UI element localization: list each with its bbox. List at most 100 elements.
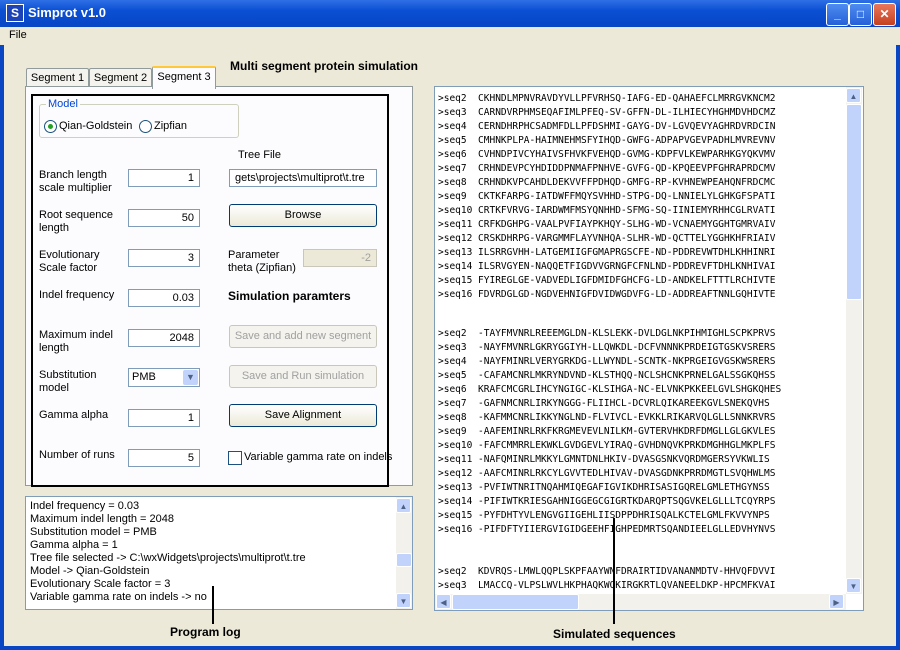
program-log-caption: Program log <box>170 625 241 639</box>
sequence-line: >seq6 KRAFCMCGRLIHCYNGIGC-KLSIHGA-NC-ELV… <box>438 384 782 395</box>
evolutionary-scale-label: Evolutionary Scale factor <box>39 249 100 275</box>
max-indel-length-input[interactable]: 2048 <box>128 329 200 347</box>
sequence-line: >seq15 FYIREGLGE-VADVEDLIGFDMIDFGHCFG-LD… <box>438 275 776 286</box>
browse-button[interactable]: Browse <box>229 204 377 227</box>
main-heading: Multi segment protein simulation <box>230 59 419 73</box>
log-line: Evolutionary Scale factor = 3 <box>30 578 171 590</box>
root-sequence-label-line2: length <box>39 222 69 234</box>
scroll-up-icon[interactable]: ▲ <box>846 88 861 103</box>
window-frame-left <box>0 45 4 650</box>
sequences-horizontal-scrollbar[interactable]: ◀ ▶ <box>435 594 846 610</box>
scroll-down-icon[interactable]: ▼ <box>846 578 861 593</box>
sequence-line: >seq8 -KAFMMCNRLIKKYNGLND-FLVIVCL-EVKKLR… <box>438 412 776 423</box>
variable-gamma-label[interactable]: Variable gamma rate on indels <box>244 451 392 464</box>
max-indel-label-line2: length <box>39 342 69 354</box>
window-frame-right <box>896 45 900 650</box>
radio-zipfian-label[interactable]: Zipfian <box>154 120 187 133</box>
log-line: Model -> Qian-Goldstein <box>30 565 150 577</box>
radio-qian-goldstein[interactable] <box>44 120 57 133</box>
log-line: Maximum indel length = 2048 <box>30 513 174 525</box>
simulated-sequences-pointer <box>613 518 615 624</box>
sequence-line: >seq9 -AAFEMINRLRKFKRGMEVEVLNILKM-GVTERV… <box>438 426 776 437</box>
model-legend: Model <box>46 98 80 111</box>
substitution-label-line2: model <box>39 382 69 394</box>
sequence-line: >seq5 -CAFAMCNRLMKRYNDVND-KLSTHQQ-NCLSHC… <box>438 370 776 381</box>
window-frame-bottom <box>0 646 900 650</box>
sequence-line: >seq3 CARNDVRPHMSEQAFIMLPFEQ-SV-GFFN-DL-… <box>438 107 776 118</box>
menu-file[interactable]: File <box>9 29 27 41</box>
gamma-alpha-label: Gamma alpha <box>39 409 109 421</box>
log-line: Variable gamma rate on indels -> no <box>30 591 207 603</box>
sequence-line: >seq2 CKHNDLMPNVRAVDYVLLPFVRHSQ-IAFG-ED-… <box>438 93 776 104</box>
sequence-line: >seq13 ILSRRGVHH-LATGEMIIGFGMAPRGSCFE-ND… <box>438 247 776 258</box>
tab-segment-3[interactable]: Segment 3 <box>152 66 216 89</box>
simulation-parameters-heading: Simulation paramters <box>228 289 351 303</box>
scroll-left-icon[interactable]: ◀ <box>436 594 451 609</box>
branch-length-input[interactable]: 1 <box>128 169 200 187</box>
sequences-vertical-scrollbar[interactable]: ▲ ▼ <box>846 87 862 594</box>
program-log-textbox[interactable]: Indel frequency = 0.03 Maximum indel len… <box>25 496 413 610</box>
radio-qian-goldstein-label[interactable]: Qian-Goldstein <box>59 120 132 133</box>
scroll-right-icon[interactable]: ▶ <box>829 594 844 609</box>
menu-bar: File <box>0 27 900 45</box>
sequence-line: >seq9 CKTKFARPG-IATDWFFMQYSVHHD-STPG-DQ-… <box>438 191 776 202</box>
close-icon: ✕ <box>879 7 890 21</box>
indel-frequency-label: Indel frequency <box>39 289 115 301</box>
branch-length-label-line1: Branch length <box>39 169 107 181</box>
save-run-simulation-button[interactable]: Save and Run simulation <box>229 365 377 388</box>
log-vertical-scrollbar[interactable]: ▲ ▼ <box>396 497 412 609</box>
simulated-sequences-caption: Simulated sequences <box>553 627 676 641</box>
sequence-line: >seq12 -AAFCMINRLRKCYLGVVTEDLHIVAV-DVASG… <box>438 468 776 479</box>
sequence-line: >seq11 -NAFQMINRLMKKYLGMNTDNLHKIV-DVASGS… <box>438 454 770 465</box>
tab-segment-2[interactable]: Segment 2 <box>89 68 152 87</box>
radio-selected-dot <box>48 124 53 129</box>
save-add-segment-button[interactable]: Save and add new segment <box>229 325 377 348</box>
variable-gamma-checkbox[interactable] <box>228 451 242 465</box>
close-button[interactable]: ✕ <box>873 3 896 26</box>
log-line: Substitution model = PMB <box>30 526 157 538</box>
evolutionary-scale-input[interactable]: 3 <box>128 249 200 267</box>
sequence-line: >seq8 CRHNDKVPCAHDLDEKVVFFPDHQD-GMFG-RP-… <box>438 177 776 188</box>
minimize-button[interactable]: _ <box>826 3 849 26</box>
scroll-up-icon[interactable]: ▲ <box>396 498 411 513</box>
sequence-line: >seq10 -FAFCMMRRLEKWKLGVDGEVLYIRAQ-GVHDN… <box>438 440 776 451</box>
sequence-line: >seq3 LMACCQ-VLPSLWVLHKPHAQKWQKIRGKRTLQV… <box>438 580 776 591</box>
sequences-hscroll-thumb[interactable] <box>452 594 579 610</box>
root-sequence-label: Root sequence length <box>39 209 113 235</box>
log-scroll-thumb[interactable] <box>396 553 412 567</box>
gamma-alpha-input[interactable]: 1 <box>128 409 200 427</box>
sequences-vscroll-thumb[interactable] <box>846 104 862 300</box>
sequence-line: >seq12 CRSKDHRPG-VARGMMFLAYVNHQA-SLHR-WD… <box>438 233 776 244</box>
parameter-theta-input[interactable]: -2 <box>303 249 377 267</box>
sequence-line: >seq14 ILSRVGYEN-NAQQETFIGDVVGRNGFCFNLND… <box>438 261 776 272</box>
max-indel-label: Maximum indel length <box>39 329 113 355</box>
tree-file-label: Tree File <box>238 149 281 161</box>
max-indel-label-line1: Maximum indel <box>39 329 113 341</box>
parameter-theta-label: Parameter theta (Zipfian) <box>228 249 296 275</box>
simulated-sequences-textbox[interactable]: >seq2 CKHNDLMPNVRAVDYVLLPFVRHSQ-IAFG-ED-… <box>434 86 864 611</box>
sequence-line: >seq14 -PIFIWTKRIESGAHNIGGEGCGIGRTKDARQP… <box>438 496 776 507</box>
indel-frequency-input[interactable]: 0.03 <box>128 289 200 307</box>
minimize-icon: _ <box>834 7 841 21</box>
sequence-line: >seq15 -PYFDHTYVLENGVGIIGEHLIISDPPDHRISQ… <box>438 510 770 521</box>
root-sequence-length-input[interactable]: 50 <box>128 209 200 227</box>
window-title: Simprot v1.0 <box>28 5 107 20</box>
radio-zipfian[interactable] <box>139 120 152 133</box>
app-icon: S <box>6 4 24 22</box>
maximize-button[interactable]: □ <box>849 3 872 26</box>
scroll-down-icon[interactable]: ▼ <box>396 593 411 608</box>
tab-segment-1[interactable]: Segment 1 <box>26 68 89 87</box>
maximize-icon: □ <box>856 7 865 21</box>
substitution-model-label: Substitution model <box>39 369 96 395</box>
log-line: Gamma alpha = 1 <box>30 539 118 551</box>
substitution-model-select[interactable]: PMB ▼ <box>128 368 200 387</box>
tree-file-input[interactable]: gets\projects\multiprot\t.tre <box>229 169 377 187</box>
chevron-down-icon[interactable]: ▼ <box>183 370 198 385</box>
sequence-line: >seq7 -GAFNMCNRLIRKYNGGG-FLIIHCL-DCVRLQI… <box>438 398 770 409</box>
sequence-line: >seq16 FDVRDGLGD-NGDVEHNIGFDVIDWGDVFG-LD… <box>438 289 776 300</box>
number-of-runs-input[interactable]: 5 <box>128 449 200 467</box>
parameter-theta-label-line1: Parameter <box>228 249 280 261</box>
sequence-line: >seq13 -PVFIWTNRITNQAHMIQEGAFIGVIKDHRISA… <box>438 482 770 493</box>
save-alignment-button[interactable]: Save Alignment <box>229 404 377 427</box>
title-bar[interactable]: S Simprot v1.0 _ □ ✕ <box>0 0 900 27</box>
